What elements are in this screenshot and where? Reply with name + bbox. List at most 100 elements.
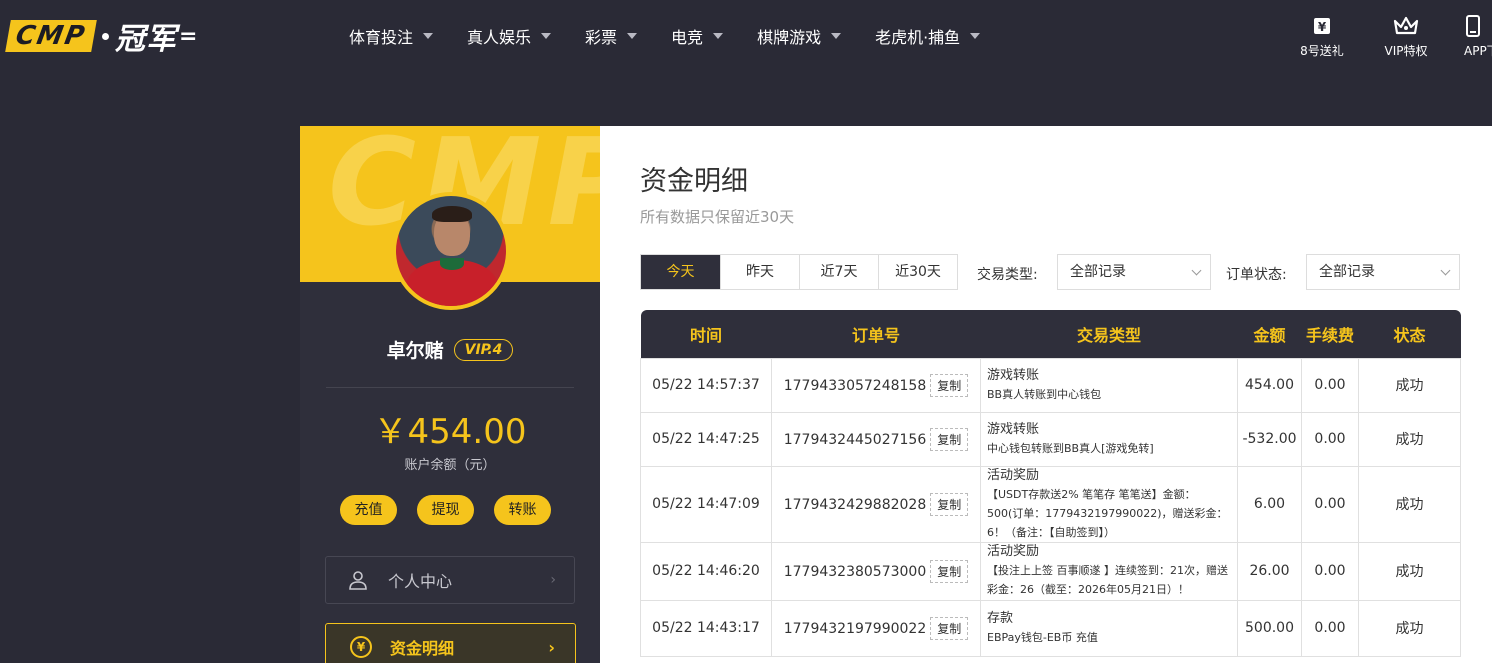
chevron-down-icon xyxy=(831,33,842,39)
type-title: 活动奖励 xyxy=(987,544,1040,559)
account-balance: ￥454.00 xyxy=(373,412,527,452)
copy-button[interactable]: 复制 xyxy=(930,492,969,516)
crown-icon xyxy=(1364,14,1448,38)
cell-type: 活动奖励 【USDT存款送2% 笔笔存 笔笔送】金额：500(订单：1779432… xyxy=(980,465,1238,543)
order-number: 1779432380573000 xyxy=(783,563,927,580)
cell-time: 05/22 14:43:17 xyxy=(640,599,772,657)
copy-button[interactable]: 复制 xyxy=(930,616,969,640)
table-header-row: 时间 订单号 交易类型 金额 手续费 状态 xyxy=(640,310,1461,358)
main-nav: 体育投注 真人娱乐 彩票 电竞 棋牌游戏 老虎机·捕鱼 xyxy=(332,0,997,72)
type-title: 活动奖励 xyxy=(987,467,1040,483)
type-filter-select[interactable]: 全部记录 xyxy=(1057,254,1211,290)
transactions-table: 时间 订单号 交易类型 金额 手续费 状态 05/22 14:57:37 177… xyxy=(640,310,1461,657)
cell-order: 1779432445027156 复制 xyxy=(771,411,981,467)
copy-button[interactable]: 复制 xyxy=(930,427,969,451)
cell-order: 1779432380573000 复制 xyxy=(771,541,981,601)
order-number: 1779432429882028 xyxy=(783,496,927,513)
page-title: 资金明细 xyxy=(640,166,748,197)
cell-type: 游戏转账 BB真人转账到中心钱包 xyxy=(980,357,1238,413)
transfer-button[interactable]: 转账 xyxy=(494,495,551,525)
table-row: 05/22 14:47:25 1779432445027156 复制 游戏转账 中心… xyxy=(640,411,1461,467)
shortcut-label: APP下 xyxy=(1464,44,1492,58)
gift-8th-link[interactable]: ¥ 8号送礼 xyxy=(1280,14,1364,59)
cell-time: 05/22 14:57:37 xyxy=(640,357,772,413)
vip-badge[interactable]: VIP.4 xyxy=(453,338,514,361)
withdraw-button[interactable]: 提现 xyxy=(417,495,474,525)
balance-label: 账户余额（元） xyxy=(404,458,496,473)
chevron-down-icon xyxy=(1440,265,1451,276)
select-value: 全部记录 xyxy=(1070,264,1126,280)
order-number: 1779432197990022 xyxy=(783,620,927,637)
cell-fee: 0.00 xyxy=(1301,541,1359,601)
order-number: 1779432445027156 xyxy=(783,431,927,448)
tab-today[interactable]: 今天 xyxy=(641,255,720,289)
copy-button[interactable]: 复制 xyxy=(930,373,969,397)
cell-order: 1779432429882028 复制 xyxy=(771,465,981,543)
page-subtitle: 所有数据只保留近30天 xyxy=(640,208,795,226)
nav-label: 彩票 xyxy=(585,28,618,47)
avatar[interactable] xyxy=(392,192,510,310)
status-filter-select[interactable]: 全部记录 xyxy=(1306,254,1460,290)
nav-item-sports[interactable]: 体育投注 xyxy=(332,0,450,72)
status-badge: 成功 xyxy=(1358,599,1461,657)
fund-details-panel: 资金明细 所有数据只保留近30天 今天 昨天 近7天 近30天 交易类型: 全部… xyxy=(600,126,1492,663)
wallet-actions: 充值 提现 转账 xyxy=(340,495,551,525)
chevron-right-icon: › xyxy=(550,572,556,588)
nav-item-lottery[interactable]: 彩票 xyxy=(568,0,654,72)
date-tabs: 今天 昨天 近7天 近30天 xyxy=(640,254,958,290)
app-download-link[interactable]: APP下 xyxy=(1448,14,1492,59)
nav-item-esports[interactable]: 电竞 xyxy=(654,0,740,72)
logo-tail-icon: = xyxy=(179,23,198,49)
menu-personal-center[interactable]: 个人中心 › xyxy=(325,556,575,604)
deposit-button[interactable]: 充值 xyxy=(340,495,397,525)
tab-30-days[interactable]: 近30天 xyxy=(878,255,957,289)
nav-item-card-games[interactable]: 棋牌游戏 xyxy=(740,0,858,72)
type-title: 存款 xyxy=(987,610,1014,626)
cell-type: 存款 EBPay钱包-EB币 充值 xyxy=(980,599,1238,657)
logo-dot xyxy=(102,32,110,40)
type-desc: BB真人转账到中心钱包 xyxy=(987,387,1102,401)
nav-label: 真人娱乐 xyxy=(467,28,532,47)
cell-fee: 0.00 xyxy=(1301,357,1359,413)
cell-fee: 0.00 xyxy=(1301,599,1359,657)
chevron-down-icon xyxy=(713,33,724,39)
logo-text: 冠军 xyxy=(115,22,178,57)
col-type: 交易类型 xyxy=(980,310,1238,358)
status-badge: 成功 xyxy=(1358,357,1461,413)
cell-type: 活动奖励【投注上上签 百事顺遂 】连续签到：21次，赠送彩金：26（截至：202… xyxy=(980,541,1238,601)
cell-time: 05/22 14:46:20 xyxy=(640,541,772,601)
tab-7-days[interactable]: 近7天 xyxy=(799,255,878,289)
table-row: 05/22 14:43:17 1779432197990022 复制 存款 EBPa… xyxy=(640,599,1461,657)
type-title: 游戏转账 xyxy=(987,367,1040,383)
status-badge: 成功 xyxy=(1358,411,1461,467)
username-row: 卓尔赌 VIP.4 xyxy=(300,336,600,363)
col-fee: 手续费 xyxy=(1301,310,1359,358)
logo[interactable]: CMP 冠军 = xyxy=(5,18,198,57)
cell-fee: 0.00 xyxy=(1301,411,1359,467)
type-desc: 【投注上上签 百事顺遂 】连续签到：21次，赠送彩金：26（截至：2026年05… xyxy=(987,564,1228,596)
chevron-down-icon xyxy=(1191,265,1202,276)
cell-fee: 0.00 xyxy=(1301,465,1359,543)
avatar-collar xyxy=(440,258,464,270)
select-value: 全部记录 xyxy=(1319,264,1375,280)
top-header: CMP 冠军 = 体育投注 真人娱乐 彩票 电竞 棋牌游戏 老虎机·捕鱼 ¥ 8… xyxy=(0,0,1492,72)
nav-item-slots-fishing[interactable]: 老虎机·捕鱼 xyxy=(858,0,997,72)
tab-yesterday[interactable]: 昨天 xyxy=(720,255,799,289)
nav-item-live-casino[interactable]: 真人娱乐 xyxy=(450,0,568,72)
copy-button[interactable]: 复制 xyxy=(930,559,969,583)
cell-time: 05/22 14:47:25 xyxy=(640,411,772,467)
svg-text:¥: ¥ xyxy=(1318,20,1327,34)
cell-amount: -532.00 xyxy=(1237,411,1302,467)
table-row: 05/22 14:46:20 1779432380573000 复制 活动奖励【投… xyxy=(640,541,1461,601)
nav-label: 棋牌游戏 xyxy=(757,28,822,47)
vip-privilege-link[interactable]: VIP特权 xyxy=(1364,14,1448,59)
chevron-down-icon xyxy=(627,33,638,39)
cell-time: 05/22 14:47:09 xyxy=(640,465,772,543)
chevron-down-icon xyxy=(541,33,552,39)
phone-icon xyxy=(1464,14,1492,38)
cell-order: 1779432197990022 复制 xyxy=(771,599,981,657)
col-order-no: 订单号 xyxy=(771,310,981,358)
menu-fund-details[interactable]: ¥ 资金明细 › xyxy=(325,623,576,663)
yuan-icon: ¥ xyxy=(350,636,372,658)
username: 卓尔赌 xyxy=(386,340,444,362)
